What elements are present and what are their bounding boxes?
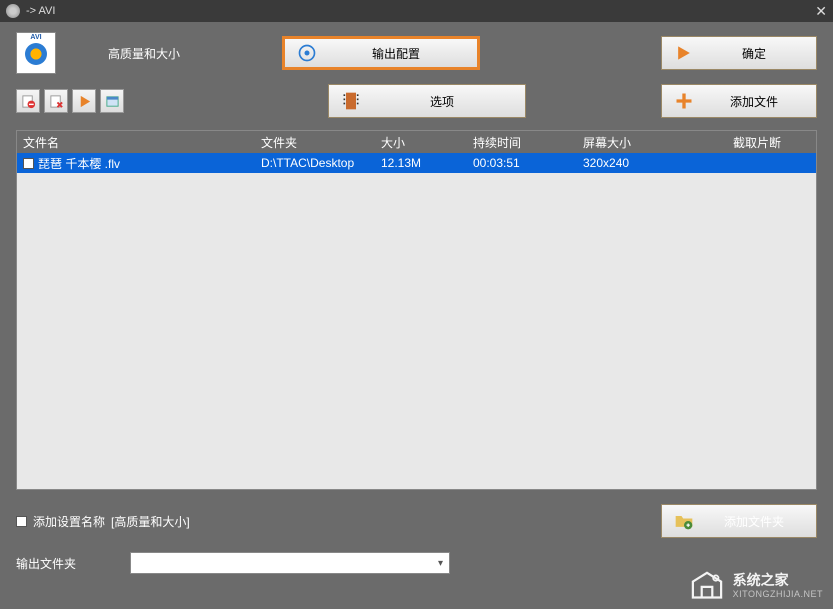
output-folder-label: 输出文件夹 [16, 555, 116, 572]
watermark-logo-icon [689, 571, 725, 601]
cell-filename: 琵琶 千本樱 .flv [38, 155, 120, 172]
add-folder-label: 添加文件夹 [706, 513, 816, 530]
folder-plus-icon [662, 511, 706, 531]
col-screensize[interactable]: 屏幕大小 [577, 134, 727, 151]
col-clip[interactable]: 截取片断 [727, 134, 816, 151]
file-table: 文件名 文件夹 大小 持续时间 屏幕大小 截取片断 琵琶 千本樱 .flv D:… [16, 130, 817, 490]
remove-button[interactable] [16, 89, 40, 113]
ok-label: 确定 [706, 45, 816, 62]
chevron-down-icon: ▾ [438, 558, 443, 569]
film-icon [329, 91, 373, 111]
options-button[interactable]: 选项 [328, 84, 526, 118]
watermark-main: 系统之家 [733, 572, 823, 589]
ok-button[interactable]: 确定 [661, 36, 817, 70]
table-header: 文件名 文件夹 大小 持续时间 屏幕大小 截取片断 [17, 131, 816, 153]
clear-button[interactable] [44, 89, 68, 113]
col-size[interactable]: 大小 [375, 134, 467, 151]
table-row[interactable]: 琵琶 千本樱 .flv D:\TTAC\Desktop 12.13M 00:03… [17, 153, 816, 173]
add-file-button[interactable]: 添加文件 [661, 84, 817, 118]
settings-value: [高质量和大小] [111, 513, 190, 530]
watermark: 系统之家 XITONGZHIJIA.NET [689, 571, 823, 601]
col-filename[interactable]: 文件名 [17, 134, 255, 151]
cell-duration: 00:03:51 [467, 156, 577, 170]
add-settings-checkbox[interactable] [16, 516, 27, 527]
info-button[interactable] [100, 89, 124, 113]
window-title: -> AVI [26, 5, 55, 17]
output-config-button[interactable]: 输出配置 [282, 36, 480, 70]
close-icon[interactable]: ✕ [815, 3, 827, 20]
cell-size: 12.13M [375, 156, 467, 170]
options-label: 选项 [373, 93, 525, 110]
arrow-right-icon [662, 43, 706, 63]
add-folder-button[interactable]: 添加文件夹 [661, 504, 817, 538]
avi-format-badge: AVI [16, 32, 56, 74]
col-duration[interactable]: 持续时间 [467, 134, 577, 151]
add-file-label: 添加文件 [706, 93, 816, 110]
gear-icon [285, 43, 329, 63]
quality-label: 高质量和大小 [108, 45, 180, 62]
output-folder-value: D:\TTAC\Desktop [137, 556, 230, 570]
app-icon [6, 4, 20, 18]
top-toolbar: AVI 高质量和大小 输出配置 确定 [0, 22, 833, 80]
add-settings-label: 添加设置名称 [33, 513, 105, 530]
play-button[interactable] [72, 89, 96, 113]
watermark-sub: XITONGZHIJIA.NET [733, 589, 823, 600]
settings-row: 添加设置名称 [高质量和大小] 添加文件夹 [0, 490, 833, 544]
row-checkbox[interactable] [23, 158, 34, 169]
cell-screensize: 320x240 [577, 156, 727, 170]
second-toolbar: 选项 添加文件 [0, 80, 833, 130]
cell-folder: D:\TTAC\Desktop [255, 156, 375, 170]
titlebar: -> AVI ✕ [0, 0, 833, 22]
plus-icon [662, 91, 706, 111]
output-folder-select[interactable]: D:\TTAC\Desktop ▾ [130, 552, 450, 574]
tool-group [16, 89, 124, 113]
table-body: 琵琶 千本樱 .flv D:\TTAC\Desktop 12.13M 00:03… [17, 153, 816, 489]
output-config-label: 输出配置 [329, 45, 477, 62]
col-folder[interactable]: 文件夹 [255, 134, 375, 151]
